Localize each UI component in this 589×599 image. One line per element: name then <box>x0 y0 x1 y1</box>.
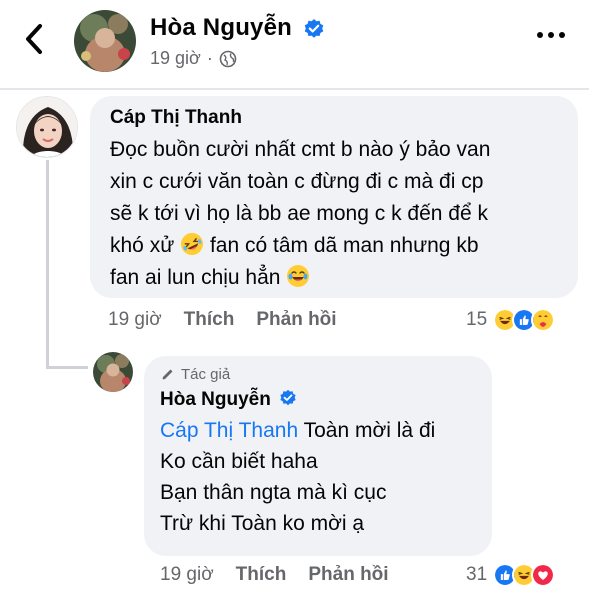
reply-line: Trừ khi Toàn ko mời ạ <box>160 512 365 535</box>
reply-line-with-mention: Cáp Thị Thanh Toàn mời là đi <box>160 415 476 446</box>
tears-of-joy-emoji <box>287 265 310 287</box>
more-dot <box>559 32 565 38</box>
reaction-count: 15 <box>466 309 488 330</box>
back-button[interactable] <box>20 22 50 56</box>
comment-bubble[interactable]: Cáp Thị Thanh Đọc buồn cười nhất cmt b n… <box>90 96 578 298</box>
reply-text: Cáp Thị Thanh Toàn mời là đi Ko cần biết… <box>160 415 476 539</box>
author-name-text[interactable]: Hòa Nguyễn <box>150 14 292 41</box>
comment-time[interactable]: 19 giờ <box>108 309 162 331</box>
comment-line-with-emoji: fan ai lun chịu hẳn <box>110 262 558 294</box>
comment-line: fan ai lun chịu hẳn <box>110 266 281 289</box>
comment-line-with-emoji: khó xử fan có tâm dã man nhưng kb <box>110 230 558 262</box>
author-avatar[interactable] <box>74 10 136 72</box>
chevron-left-icon <box>26 24 42 54</box>
meta-separator: · <box>206 48 213 68</box>
reaction-count: 31 <box>466 564 488 585</box>
reply-time[interactable]: 19 giờ <box>160 564 214 586</box>
reply-button[interactable]: Phản hồi <box>308 564 388 586</box>
reply-bubble[interactable]: Tác giả Hòa Nguyễn Cáp Thị Thanh Toàn mờ… <box>144 356 492 556</box>
verified-badge-icon <box>304 18 324 38</box>
more-dot <box>537 32 543 38</box>
reply-author-name-text[interactable]: Hòa Nguyễn <box>160 389 271 410</box>
comment-line: xin c cưới văn toàn c đừng đi c mà đi cp <box>110 170 484 193</box>
reply-line: Toàn mời là đi <box>303 419 436 442</box>
verified-badge-icon <box>280 389 296 406</box>
reply-actions: 19 giờ Thích Phản hồi <box>160 564 389 586</box>
comment-reactions[interactable]: 15 <box>466 308 556 332</box>
reply-author-avatar[interactable] <box>93 352 133 392</box>
reply-line: Ko cần biết haha <box>160 450 318 473</box>
reply-line: Bạn thân ngta mà kì cục <box>160 481 387 504</box>
comment-text: Đọc buồn cười nhất cmt b nào ý bảo van x… <box>110 134 558 294</box>
thread-line <box>46 160 49 368</box>
commenter-name[interactable]: Cáp Thị Thanh <box>110 106 558 130</box>
header-divider <box>0 88 589 90</box>
more-options-button[interactable] <box>537 32 567 46</box>
mention-link[interactable]: Cáp Thị Thanh <box>160 419 298 442</box>
post-time[interactable]: 19 giờ <box>150 48 201 69</box>
comment-actions: 19 giờ Thích Phản hồi <box>108 309 337 331</box>
globe-icon <box>219 50 237 67</box>
care-reaction-icon <box>531 308 556 332</box>
like-button[interactable]: Thích <box>236 564 287 586</box>
comment-line: sẽ k tới vì họ là bb ae mong c k đến để … <box>110 202 488 225</box>
reply-button[interactable]: Phản hồi <box>256 309 336 331</box>
author-badge: Tác giả <box>160 366 476 383</box>
reply-reactions[interactable]: 31 <box>466 563 556 587</box>
pen-icon <box>161 369 173 381</box>
comment-line: Đọc buồn cười nhất cmt b nào ý bảo van <box>110 138 491 161</box>
reply-author-name[interactable]: Hòa Nguyễn <box>160 387 476 413</box>
more-dot <box>548 32 554 38</box>
thread-line-curve <box>46 366 88 369</box>
post-meta: 19 giờ · <box>150 48 237 69</box>
comment-line: khó xử <box>110 234 175 257</box>
commenter-avatar[interactable] <box>16 96 78 158</box>
post-header: Hòa Nguyễn 19 giờ · <box>0 0 589 86</box>
love-reaction-icon <box>531 563 556 587</box>
author-badge-label: Tác giả <box>181 366 231 383</box>
author-name[interactable]: Hòa Nguyễn <box>150 14 325 42</box>
like-button[interactable]: Thích <box>184 309 235 331</box>
rolling-on-floor-laughing-emoji <box>181 233 204 255</box>
comment-line: fan có tâm dã man nhưng kb <box>209 234 479 257</box>
